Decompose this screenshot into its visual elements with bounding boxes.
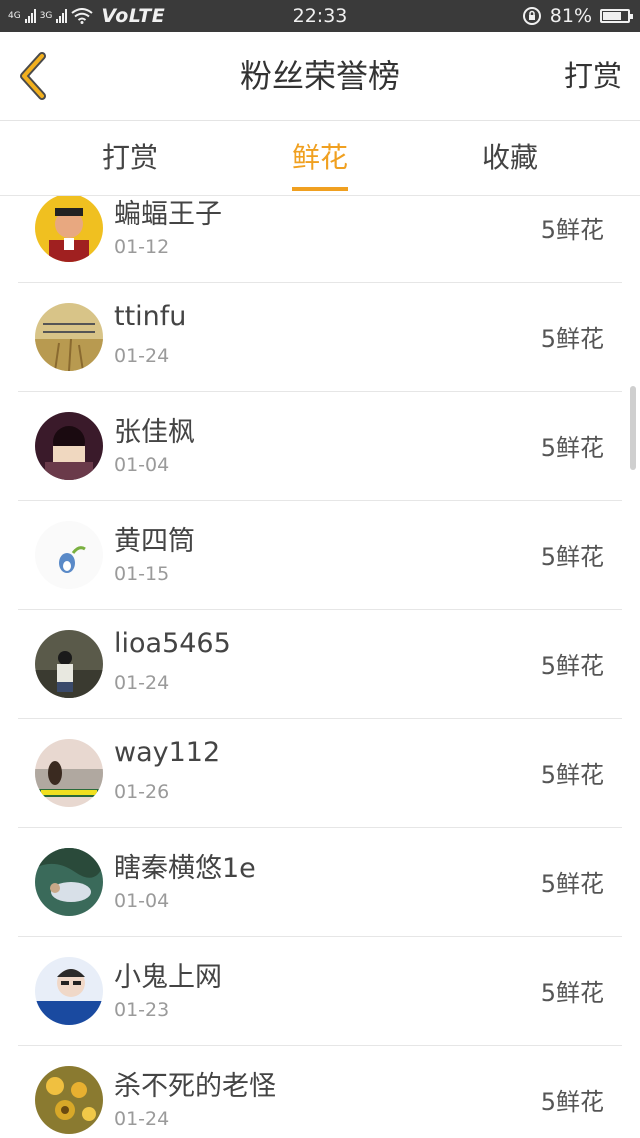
list-item[interactable]: 杀不死的老怪 01-24 5鲜花 <box>18 1046 622 1138</box>
date-label: 01-04 <box>114 454 170 476</box>
page-title: 粉丝荣誉榜 <box>239 57 400 95</box>
flower-count: 5鲜花 <box>540 216 604 244</box>
reward-button[interactable]: 打赏 <box>564 32 622 120</box>
user-name: way112 <box>114 737 221 768</box>
screen: 4G 3G VoLTE 22:33 81% 粉丝荣誉榜 打赏 打赏 鲜花 收藏 … <box>0 0 640 1138</box>
list-item[interactable]: way112 01-26 5鲜花 <box>18 719 622 828</box>
user-name: 蝙蝠王子 <box>114 199 222 230</box>
list-item[interactable]: 张佳枫 01-04 5鲜花 <box>18 392 622 501</box>
tab-favorites[interactable]: 收藏 <box>450 121 570 195</box>
avatar <box>35 196 103 262</box>
flower-count: 5鲜花 <box>540 325 604 353</box>
tab-reward[interactable]: 打赏 <box>70 121 190 195</box>
avatar <box>35 1066 103 1134</box>
list-item[interactable]: 蝙蝠王子 01-12 5鲜花 <box>18 196 622 283</box>
avatar <box>35 957 103 1025</box>
tab-reward-label: 打赏 <box>101 141 158 174</box>
user-name: 杀不死的老怪 <box>114 1071 276 1102</box>
flower-count: 5鲜花 <box>540 434 604 462</box>
list-item[interactable]: 黄四筒 01-15 5鲜花 <box>18 501 622 610</box>
avatar <box>35 412 103 480</box>
avatar <box>35 521 103 589</box>
user-name: 张佳枫 <box>114 417 195 448</box>
status-right: 81% <box>522 0 633 32</box>
tab-flowers-label: 鲜花 <box>291 141 348 174</box>
battery-icon <box>600 9 633 23</box>
user-name: 瞎秦横悠1e <box>114 853 256 884</box>
date-label: 01-15 <box>114 563 170 585</box>
date-label: 01-24 <box>114 672 170 694</box>
tab-bar: 打赏 鲜花 收藏 <box>0 121 640 196</box>
flower-count: 5鲜花 <box>540 870 604 898</box>
header: 粉丝荣誉榜 打赏 <box>0 32 640 121</box>
list-item[interactable]: 小鬼上网 01-23 5鲜花 <box>18 937 622 1046</box>
list-item[interactable]: lioa5465 01-24 5鲜花 <box>18 610 622 719</box>
active-tab-indicator <box>292 187 348 191</box>
user-name: 黄四筒 <box>114 526 195 557</box>
date-label: 01-24 <box>114 1108 170 1130</box>
avatar <box>35 848 103 916</box>
tab-flowers[interactable]: 鲜花 <box>260 121 380 195</box>
scrollbar[interactable] <box>630 386 636 470</box>
avatar <box>35 303 103 371</box>
flower-count: 5鲜花 <box>540 1088 604 1116</box>
fan-list[interactable]: 蝙蝠王子 01-12 5鲜花 ttinfu 01-24 5鲜花 张佳枫 01-0… <box>0 196 640 1138</box>
rotation-lock-icon <box>522 7 541 25</box>
flower-count: 5鲜花 <box>540 761 604 789</box>
date-label: 01-04 <box>114 890 170 912</box>
tab-favorites-label: 收藏 <box>481 141 538 174</box>
avatar <box>35 739 103 807</box>
date-label: 01-12 <box>114 236 170 258</box>
list-item[interactable]: ttinfu 01-24 5鲜花 <box>18 283 622 392</box>
flower-count: 5鲜花 <box>540 652 604 680</box>
date-label: 01-26 <box>114 781 170 803</box>
user-name: 小鬼上网 <box>114 962 222 993</box>
user-name: ttinfu <box>114 301 187 332</box>
date-label: 01-23 <box>114 999 170 1021</box>
flower-count: 5鲜花 <box>540 979 604 1007</box>
battery-percent: 81% <box>549 5 592 27</box>
user-name: lioa5465 <box>114 628 231 659</box>
status-bar: 4G 3G VoLTE 22:33 81% <box>0 0 640 32</box>
battery-fill <box>603 12 621 20</box>
avatar <box>35 630 103 698</box>
flower-count: 5鲜花 <box>540 543 604 571</box>
date-label: 01-24 <box>114 345 170 367</box>
list-item[interactable]: 瞎秦横悠1e 01-04 5鲜花 <box>18 828 622 937</box>
